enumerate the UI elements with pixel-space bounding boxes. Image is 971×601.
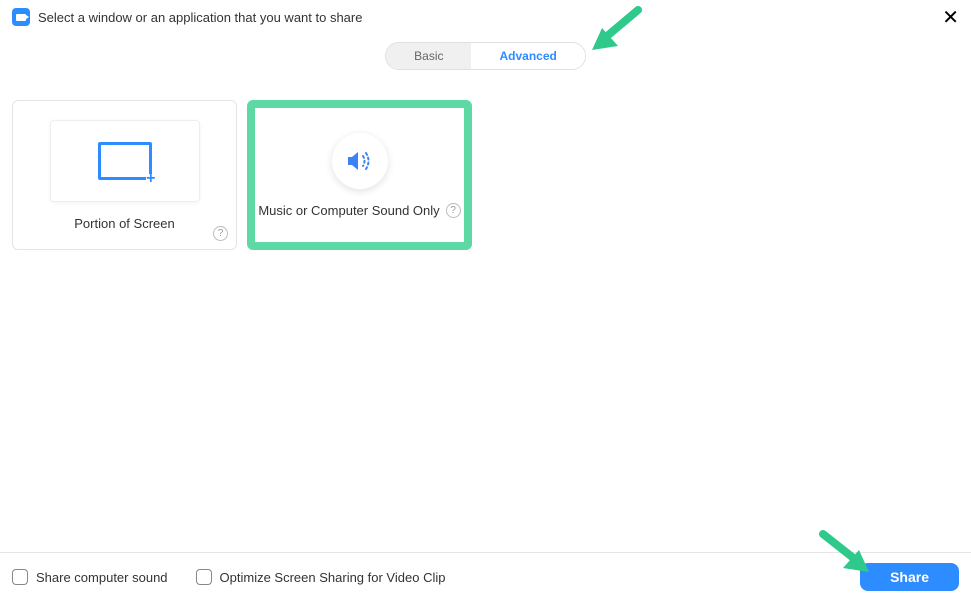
tab-basic[interactable]: Basic: [386, 43, 471, 69]
checkbox-optimize-video[interactable]: Optimize Screen Sharing for Video Clip: [196, 569, 446, 585]
option-sound-label: Music or Computer Sound Only: [258, 203, 439, 218]
tab-advanced[interactable]: Advanced: [471, 43, 584, 69]
option-portion-label: Portion of Screen: [74, 216, 174, 231]
speaker-icon: [346, 149, 374, 173]
checkbox-icon: [196, 569, 212, 585]
checkbox-share-sound[interactable]: Share computer sound: [12, 569, 168, 585]
checkbox-icon: [12, 569, 28, 585]
close-icon[interactable]: ✕: [942, 8, 959, 28]
help-icon[interactable]: ?: [213, 226, 228, 241]
sound-icon-circle: [332, 133, 388, 189]
dialog-title: Select a window or an application that y…: [38, 10, 362, 25]
help-icon[interactable]: ?: [446, 203, 461, 218]
checkbox-optimize-label: Optimize Screen Sharing for Video Clip: [220, 570, 446, 585]
option-portion-of-screen[interactable]: + Portion of Screen ?: [12, 100, 237, 250]
option-music-computer-sound[interactable]: Music or Computer Sound Only ?: [247, 100, 472, 250]
screen-portion-icon: +: [98, 142, 152, 180]
annotation-arrow-share: [815, 528, 875, 576]
zoom-app-icon: [12, 8, 30, 26]
annotation-arrow-tabs: [588, 6, 648, 54]
checkbox-share-sound-label: Share computer sound: [36, 570, 168, 585]
tab-group: Basic Advanced: [385, 42, 586, 70]
portion-icon-frame: +: [50, 120, 200, 202]
plus-icon: +: [146, 174, 155, 184]
